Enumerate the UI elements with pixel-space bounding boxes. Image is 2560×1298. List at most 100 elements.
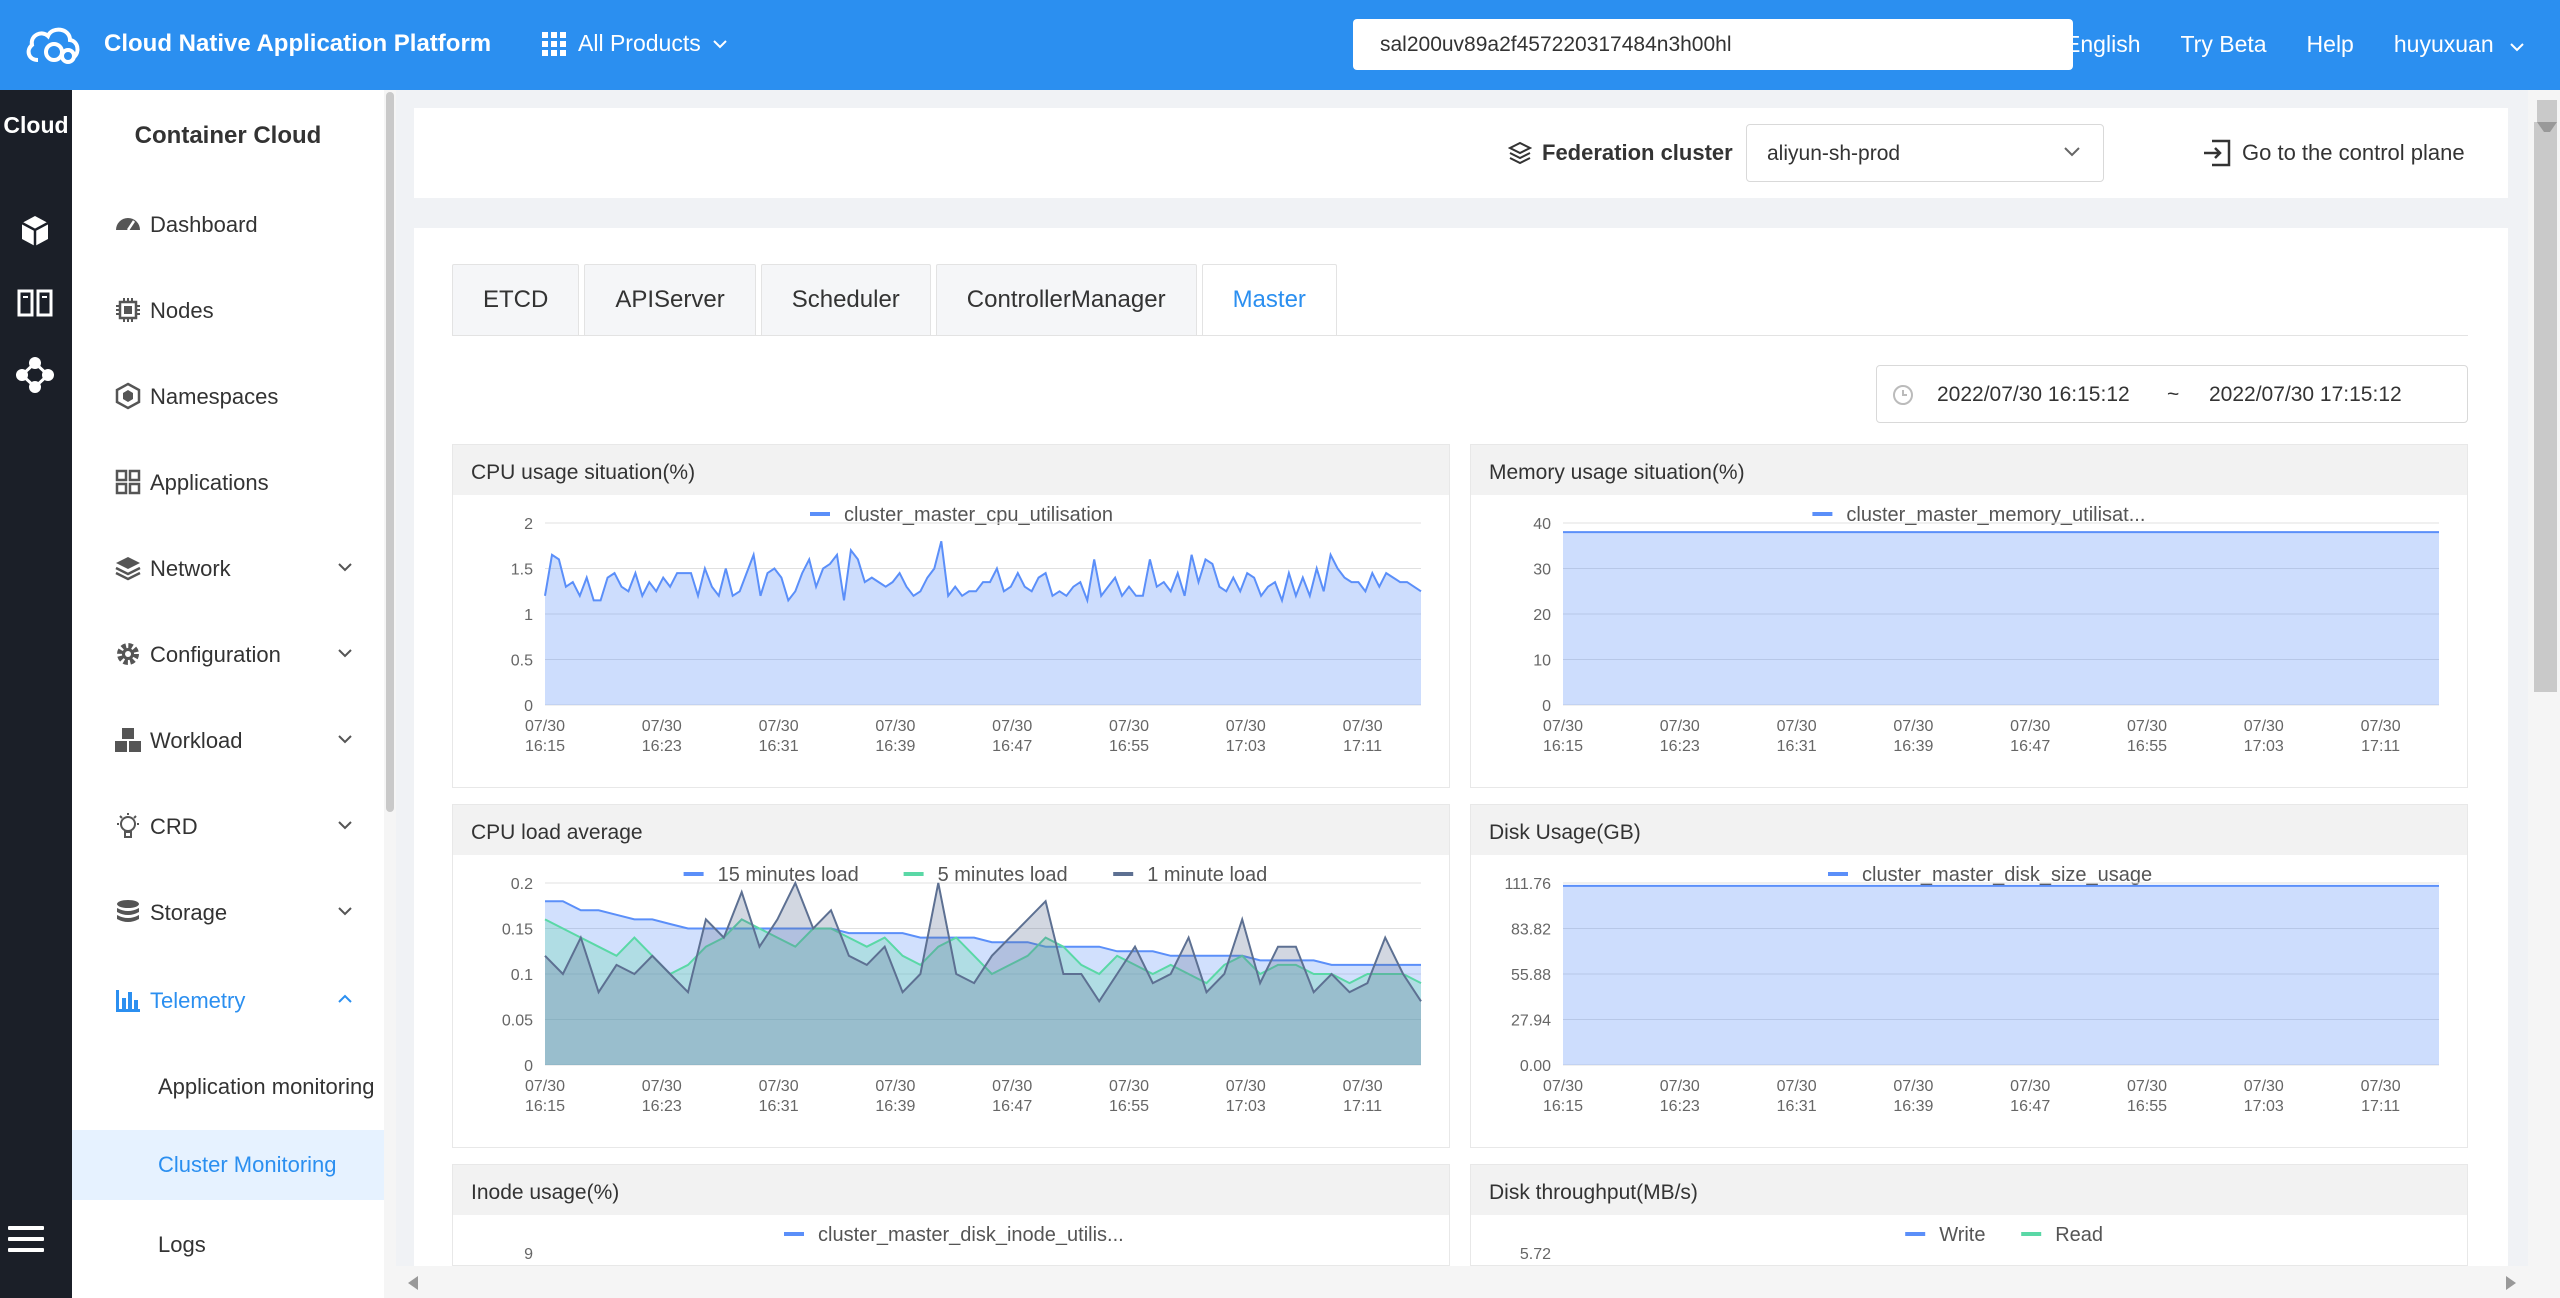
x-tick-label: 17:11 xyxy=(1343,1098,1382,1115)
x-tick-label: 16:47 xyxy=(2010,738,2050,755)
x-tick-label: 17:03 xyxy=(1226,738,1266,755)
federation-cluster-select[interactable]: aliyun-sh-prod xyxy=(1746,124,2104,182)
x-tick-label: 16:39 xyxy=(1893,738,1933,755)
x-tick-label: 07/30 xyxy=(1660,718,1700,735)
chevron-down-icon xyxy=(338,907,352,916)
x-tick-label: 16:23 xyxy=(1660,738,1700,755)
y-tick-label: 9 xyxy=(524,1246,533,1263)
sidebar-item-applications[interactable]: Applications xyxy=(72,452,384,512)
database-icon xyxy=(117,900,139,922)
sidebar-item-telemetry[interactable]: Telemetry xyxy=(72,970,384,1030)
x-tick-label: 16:55 xyxy=(1109,738,1149,755)
sidebar-item-nodes[interactable]: Nodes xyxy=(72,280,384,340)
user-menu[interactable]: huyuxuan xyxy=(2394,31,2524,58)
x-tick-label: 07/30 xyxy=(1893,1078,1933,1095)
tab-master[interactable]: Master xyxy=(1201,264,1337,336)
x-tick-label: 16:55 xyxy=(1109,1098,1149,1115)
x-tick-label: 17:11 xyxy=(2361,1098,2400,1115)
x-tick-label: 07/30 xyxy=(875,718,915,735)
x-tick-label: 16:31 xyxy=(1777,1098,1817,1115)
horizontal-scrollbar[interactable] xyxy=(396,1266,2528,1298)
username: huyuxuan xyxy=(2393,31,2494,57)
layers-icon xyxy=(115,557,141,581)
chart-title: Disk Usage(GB) xyxy=(1471,805,2467,855)
sidebar-subitem-application-monitoring[interactable]: Application monitoring xyxy=(72,1052,384,1122)
cloud-logo-icon[interactable] xyxy=(24,22,80,68)
go-to-control-plane-link[interactable]: Go to the control plane xyxy=(2202,138,2465,168)
x-tick-label: 07/30 xyxy=(642,1078,682,1095)
x-tick-label: 16:39 xyxy=(875,1098,915,1115)
y-tick-label: 10 xyxy=(1533,653,1551,670)
chart-title: CPU usage situation(%) xyxy=(453,445,1449,495)
tab-scheduler[interactable]: Scheduler xyxy=(760,264,931,336)
x-tick-label: 16:47 xyxy=(2010,1098,2050,1115)
tab-divider xyxy=(452,335,2468,336)
x-tick-label: 16:23 xyxy=(642,1098,682,1115)
tab-controllermanager[interactable]: ControllerManager xyxy=(935,264,1197,336)
chevron-down-icon xyxy=(2064,147,2080,157)
x-tick-label: 07/30 xyxy=(1109,718,1149,735)
apps-grid-icon xyxy=(542,31,566,56)
try-beta-link[interactable]: Try Beta xyxy=(2180,31,2266,58)
x-tick-label: 07/30 xyxy=(1543,1078,1583,1095)
legend-label: Read xyxy=(2055,1224,2103,1246)
all-products-label: All Products xyxy=(578,30,701,56)
brand-title[interactable]: Cloud Native Application Platform xyxy=(104,30,491,58)
x-tick-label: 07/30 xyxy=(1893,718,1933,735)
namespace-icon xyxy=(115,382,141,410)
book-icon[interactable] xyxy=(14,282,56,324)
y-tick-label: 111.76 xyxy=(1504,876,1551,893)
x-tick-label: 07/30 xyxy=(1226,1078,1266,1095)
cluster-nodes-icon[interactable] xyxy=(14,354,56,396)
chart-panel-disk-throughput: Disk throughput(MB/s) Write Read 5.72 xyxy=(1470,1164,2468,1266)
y-tick-label: 1.5 xyxy=(511,562,533,579)
y-tick-label: 0 xyxy=(524,698,533,715)
x-tick-label: 07/30 xyxy=(2244,1078,2284,1095)
sidebar-item-namespaces[interactable]: Namespaces xyxy=(72,366,384,426)
sidebar-scrollbar[interactable] xyxy=(384,90,396,1298)
all-products-menu[interactable]: All Products xyxy=(542,30,727,57)
dashboard-icon xyxy=(116,218,140,231)
help-link[interactable]: Help xyxy=(2307,31,2354,58)
sidebar-subitem-cluster-monitoring[interactable]: Cluster Monitoring xyxy=(72,1130,384,1200)
language-link[interactable]: English xyxy=(2065,31,2140,58)
legend-label: cluster_master_disk_inode_utilis... xyxy=(818,1224,1124,1246)
chevron-down-icon xyxy=(2510,43,2524,52)
x-tick-label: 16:31 xyxy=(759,1098,799,1115)
cube-icon[interactable] xyxy=(14,210,56,252)
x-tick-label: 07/30 xyxy=(2244,718,2284,735)
x-tick-label: 07/30 xyxy=(1109,1078,1149,1095)
chevron-down-icon xyxy=(338,735,352,744)
chart-panel-cpu-load: CPU load average 15 minutes load 5 minute… xyxy=(452,804,1450,1148)
federation-cluster-value: aliyun-sh-prod xyxy=(1767,142,1901,165)
x-tick-label: 07/30 xyxy=(1343,718,1383,735)
search-input[interactable] xyxy=(1353,19,2073,70)
sidebar-item-configuration[interactable]: Configuration xyxy=(72,624,384,684)
y-tick-label: 30 xyxy=(1533,562,1551,579)
date-range-picker[interactable]: 2022/07/30 16:15:12 ~ 2022/07/30 17:15:1… xyxy=(1876,365,2468,423)
tab-etcd[interactable]: ETCD xyxy=(452,264,580,336)
tab-apiserver[interactable]: APIServer xyxy=(584,264,756,336)
sidebar-item-workload[interactable]: Workload xyxy=(72,710,384,770)
chart-panel-memory-usage: Memory usage situation(%) cluster_master… xyxy=(1470,444,2468,788)
x-tick-label: 16:23 xyxy=(1660,1098,1700,1115)
vertical-scrollbar[interactable] xyxy=(2528,90,2560,1298)
sidebar-item-crd[interactable]: CRD xyxy=(72,796,384,856)
sidebar-item-network[interactable]: Network xyxy=(72,538,384,598)
y-tick-label: 40 xyxy=(1533,516,1551,533)
legend-label: Write xyxy=(1939,1224,1985,1246)
component-tabs: ETCD APIServer Scheduler ControllerManag… xyxy=(452,264,1342,336)
chart-panel-inode-usage: Inode usage(%) cluster_master_disk_inode… xyxy=(452,1164,1450,1266)
y-tick-label: 2 xyxy=(524,516,533,533)
cpu-usage-chart: cluster_master_cpu_utilisation21.510.500… xyxy=(511,504,1422,755)
chip-icon xyxy=(116,298,140,322)
sidebar-item-storage[interactable]: Storage xyxy=(72,882,384,942)
x-tick-label: 16:15 xyxy=(525,1098,565,1115)
x-tick-label: 07/30 xyxy=(1777,718,1817,735)
x-tick-label: 16:15 xyxy=(1543,738,1583,755)
sidebar-item-dashboard[interactable]: Dashboard xyxy=(72,194,384,254)
sidebar-subitem-logs[interactable]: Logs xyxy=(72,1210,384,1280)
hamburger-menu-icon[interactable] xyxy=(8,1226,44,1259)
y-tick-label: 27.94 xyxy=(1511,1013,1551,1030)
y-tick-label: 55.88 xyxy=(1511,967,1551,984)
